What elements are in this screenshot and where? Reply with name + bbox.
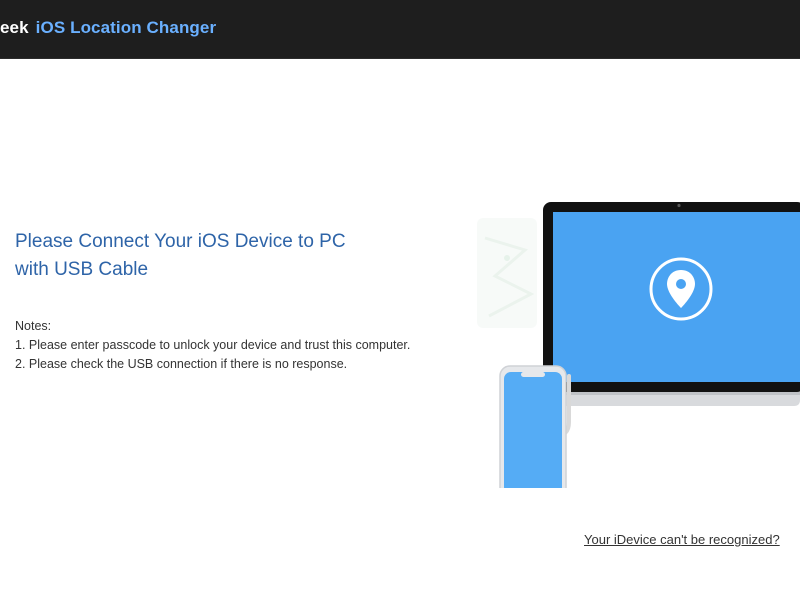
- phone-graphic: [499, 365, 567, 488]
- page-title: Please Connect Your iOS Device to PC wit…: [15, 228, 455, 284]
- device-connection-illustration: [455, 198, 800, 488]
- connect-device-panel: Please Connect Your iOS Device to PC wit…: [0, 58, 800, 600]
- device-not-recognized-link[interactable]: Your iDevice can't be recognized?: [584, 532, 780, 547]
- app-window: eek iOS Location Changer Please Connect Y…: [0, 0, 800, 600]
- notes-section: Notes: 1. Please enter passcode to unloc…: [15, 317, 495, 374]
- product-name: iOS Location Changer: [35, 18, 217, 37]
- app-brand: eek iOS Location Changer: [0, 18, 216, 38]
- note-item-1: 1. Please enter passcode to unlock your …: [15, 338, 411, 352]
- notes-title: Notes:: [15, 319, 52, 333]
- background-map-graphic: [477, 218, 537, 328]
- brand-name: eek: [0, 18, 29, 37]
- title-bar: eek iOS Location Changer: [0, 0, 800, 59]
- note-item-2: 2. Please check the USB connection if th…: [15, 357, 348, 371]
- page-title-line-1: Please Connect Your iOS Device to PC: [15, 231, 346, 252]
- page-title-line-2: with USB Cable: [15, 259, 149, 280]
